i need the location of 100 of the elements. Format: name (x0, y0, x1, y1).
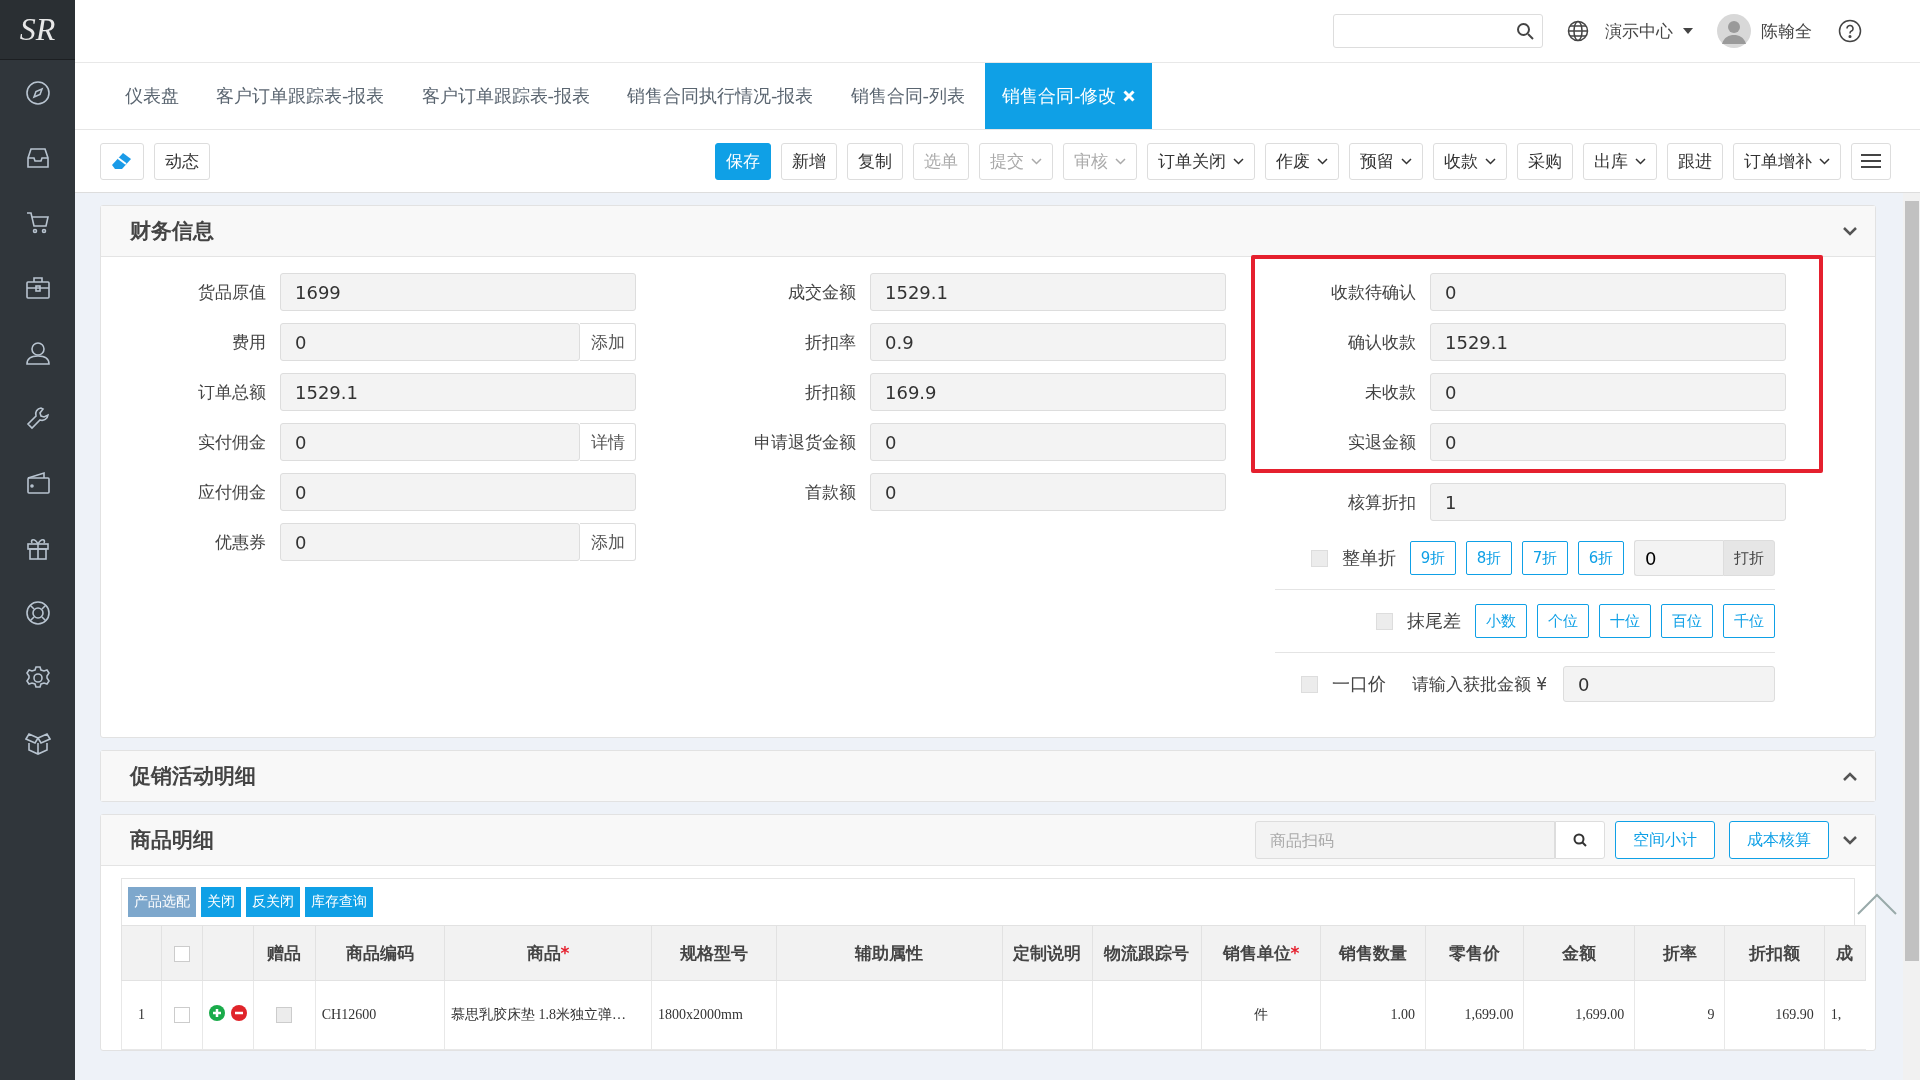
table-cell: CH12600 (321, 1007, 377, 1022)
input-field[interactable]: 0 (280, 323, 580, 361)
briefcase-icon[interactable] (24, 274, 51, 301)
table-cell: 1.00 (1390, 1007, 1416, 1022)
input-field[interactable]: 0.9 (870, 323, 1226, 361)
field-label: 核算折扣 (1347, 490, 1417, 514)
org-dropdown[interactable]: 演示中心 (1605, 19, 1693, 43)
column-header[interactable]: 成 (1836, 942, 1854, 963)
chevron-down-icon (1031, 157, 1042, 165)
toolbar-button[interactable]: 采购 (1517, 142, 1573, 180)
field-label: 请输入获批金额 ¥ (1411, 672, 1547, 696)
cart-icon[interactable] (24, 209, 51, 236)
tab[interactable]: 客户订单跟踪表-报表 (404, 63, 607, 129)
input-field[interactable]: 0 (870, 473, 1226, 511)
column-header[interactable]: 商品* (526, 942, 570, 963)
compass-icon[interactable] (24, 79, 51, 106)
checkbox[interactable] (174, 946, 190, 962)
row-number: 1 (138, 1007, 145, 1022)
section-title: 促销活动明细 (130, 763, 256, 790)
input-field[interactable]: 0 (1430, 273, 1786, 311)
toolbar-button[interactable]: 出库 (1583, 142, 1657, 180)
chevron-icon[interactable] (1843, 835, 1857, 845)
toolbar-button[interactable]: 复制 (847, 142, 903, 180)
input-field[interactable]: 1 (1430, 483, 1786, 521)
chevron-down-icon (1233, 157, 1244, 165)
column-header[interactable]: 折扣额 (1749, 942, 1801, 963)
column-header[interactable]: 商品编码 (345, 942, 414, 963)
input-field[interactable]: 0 (1634, 540, 1723, 576)
toolbar-button[interactable]: 作废 (1265, 142, 1339, 180)
input-field[interactable]: 1529.1 (870, 273, 1226, 311)
toolbar-button[interactable]: 预留 (1349, 142, 1423, 180)
checkbox[interactable] (1311, 549, 1328, 567)
tab[interactable]: 销售合同-列表 (833, 63, 982, 129)
table-cell: 1, (1830, 1007, 1842, 1022)
option-label: 整单折 (1342, 546, 1396, 570)
toolbar-button[interactable]: 跟进 (1667, 142, 1723, 180)
lifebuoy-icon[interactable] (24, 599, 51, 626)
add-icon[interactable] (209, 1005, 226, 1021)
apply-button[interactable]: 打折 (1723, 540, 1775, 576)
input-field[interactable]: 0 (280, 473, 636, 511)
remove-icon[interactable] (231, 1005, 248, 1021)
input-field[interactable]: 0 (1563, 666, 1775, 702)
checkbox[interactable] (276, 1007, 293, 1024)
gear-icon[interactable] (24, 664, 51, 691)
menu-button[interactable] (1851, 142, 1891, 180)
toolbar-button[interactable]: 新增 (781, 142, 837, 180)
input-field[interactable]: 0 (1430, 373, 1786, 411)
input-field[interactable]: 0 (280, 523, 580, 561)
tab[interactable]: 销售合同执行情况-报表 (610, 63, 831, 129)
search-button[interactable] (1555, 821, 1605, 859)
option-label: 一口价 (1331, 672, 1386, 696)
eraser-icon (111, 152, 133, 170)
input-field[interactable]: 0 (1430, 423, 1786, 461)
chevron-down-icon (1635, 157, 1646, 165)
toolbar-button[interactable]: 订单关闭 (1147, 142, 1255, 180)
help-icon[interactable] (1838, 19, 1862, 43)
menu-icon (1861, 153, 1881, 169)
user-name[interactable]: 陈翰全 (1761, 19, 1812, 43)
table-cell: 169.90 (1775, 1007, 1814, 1022)
input-field[interactable]: 169.9 (870, 373, 1226, 411)
field-label: 订单总额 (197, 380, 267, 404)
avatar[interactable] (1717, 14, 1751, 48)
wrench-icon[interactable] (24, 404, 51, 431)
input-field[interactable]: 0 (870, 423, 1226, 461)
globe-icon[interactable] (1567, 20, 1589, 42)
chevron-down-icon (1819, 157, 1830, 165)
addon-button[interactable]: 添加 (580, 523, 636, 561)
tab[interactable]: 客户订单跟踪表-报表 (199, 63, 402, 129)
tab[interactable]: 仪表盘 (108, 63, 196, 129)
addon-button[interactable]: 添加 (580, 323, 636, 361)
input-field[interactable]: 1529.1 (280, 373, 636, 411)
logo[interactable]: SR (0, 0, 75, 60)
close-icon[interactable] (1122, 90, 1135, 102)
scrollbar-thumb[interactable] (1904, 201, 1919, 961)
column-header[interactable]: 零售价 (1449, 942, 1501, 963)
wallet-icon[interactable] (24, 469, 51, 496)
field-label: 应付佣金 (197, 480, 267, 504)
activity-button[interactable]: 动态 (154, 142, 210, 180)
checkbox[interactable] (174, 1007, 190, 1024)
search-icon[interactable] (1516, 22, 1534, 40)
chevron-icon[interactable] (1843, 771, 1857, 781)
checkbox[interactable] (1300, 675, 1318, 693)
checkbox[interactable] (1376, 612, 1393, 630)
search-field[interactable] (1333, 14, 1543, 48)
input-field[interactable]: 0 (280, 423, 580, 461)
column-header[interactable]: 折率 (1662, 942, 1697, 963)
input-field[interactable]: 1529.1 (1430, 323, 1786, 361)
input-field[interactable]: 1699 (280, 273, 636, 311)
field-label: 实付佣金 (197, 430, 267, 454)
chevron-icon[interactable] (1843, 226, 1857, 236)
toolbar-button[interactable]: 收款 (1433, 142, 1507, 180)
eraser-button[interactable] (100, 142, 144, 180)
scan-field[interactable]: 商品扫码 (1255, 821, 1555, 859)
addon-button[interactable]: 详情 (580, 423, 636, 461)
user-icon[interactable] (24, 339, 51, 366)
toolbar-button[interactable]: 订单增补 (1733, 142, 1841, 180)
section-title: 财务信息 (130, 218, 214, 245)
column-header[interactable]: 辅助属性 (855, 942, 924, 963)
column-header[interactable]: 金额 (1562, 942, 1597, 963)
chevron-down-icon (1115, 157, 1126, 165)
